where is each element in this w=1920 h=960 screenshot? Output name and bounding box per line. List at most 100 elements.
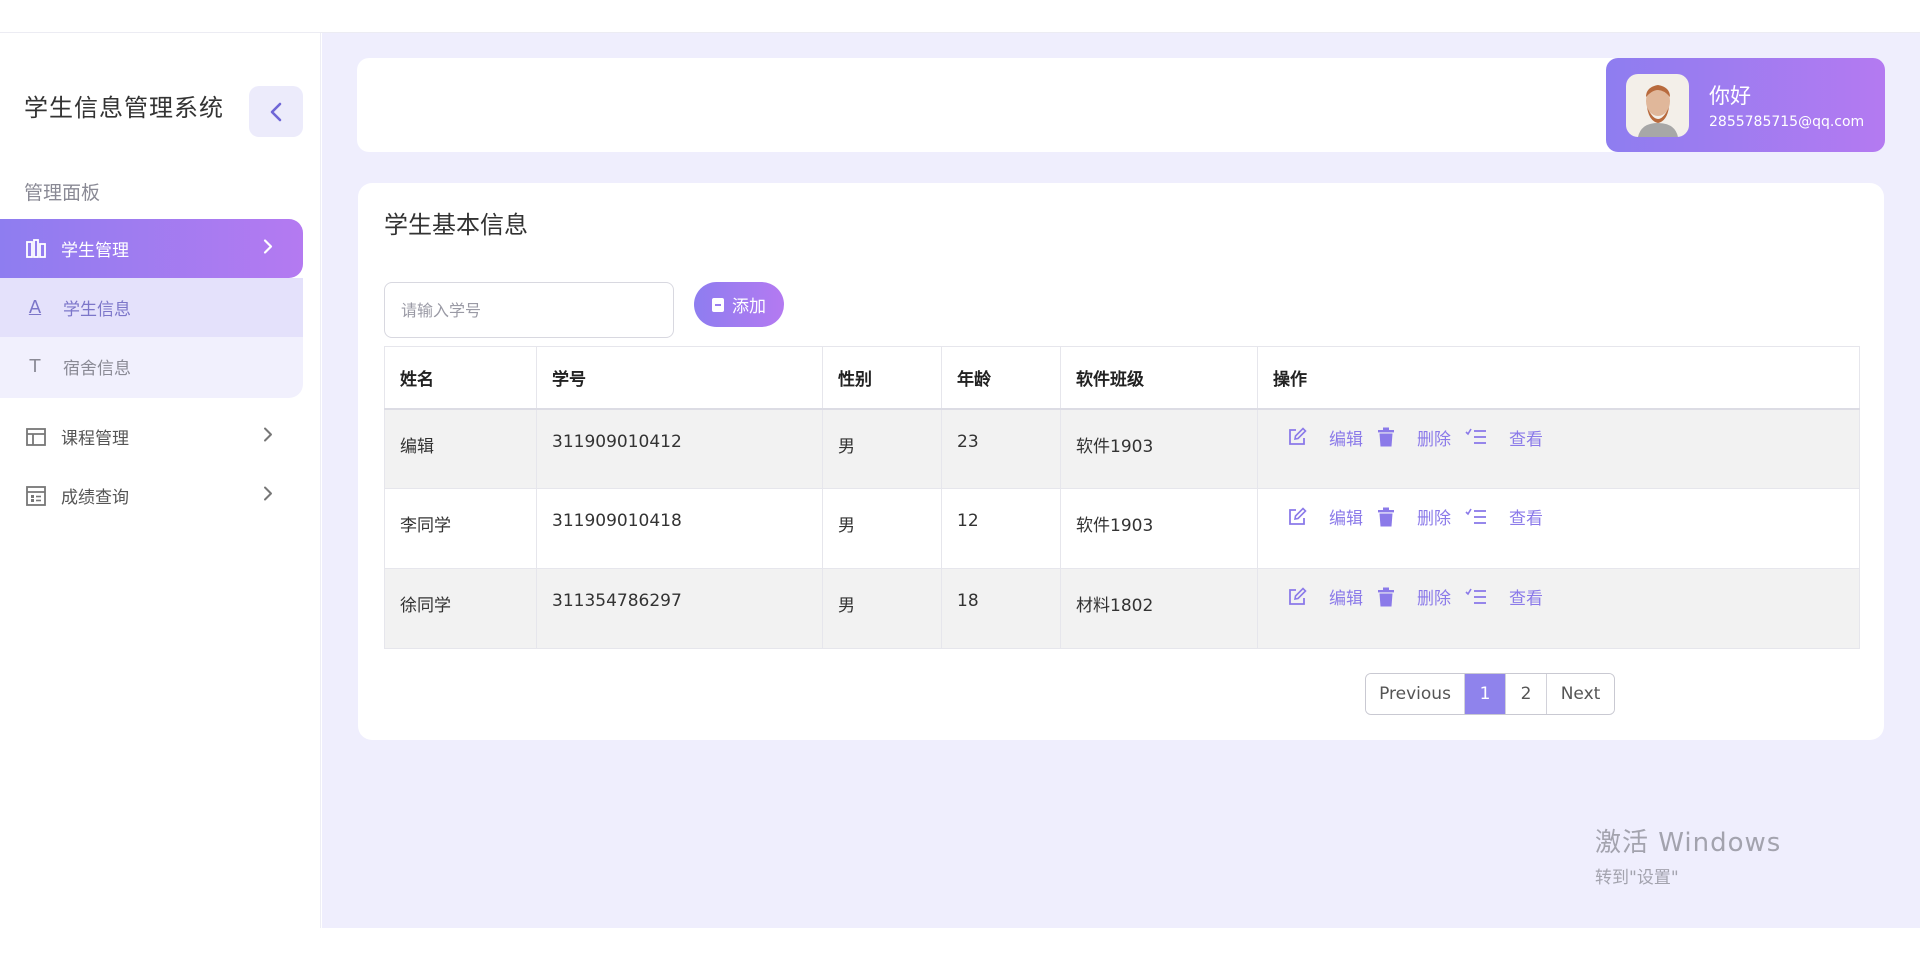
edit-icon: [1287, 506, 1307, 527]
table-row: 李同学 311909010418 男 12 软件1903 编辑 删除 查看: [384, 488, 1860, 569]
cell-name: 徐同学: [384, 568, 537, 649]
view-button[interactable]: 查看: [1465, 584, 1543, 609]
cell-gender: 男: [822, 408, 942, 489]
column-header: 操作: [1257, 346, 1860, 410]
chevron-right-icon: [263, 485, 273, 506]
bottom-strip: [0, 928, 1920, 960]
cell-name: 编辑: [384, 408, 537, 489]
delete-button[interactable]: 删除: [1377, 425, 1451, 450]
books-icon: [25, 238, 47, 260]
trash-icon: [1377, 587, 1395, 607]
trash-icon: [1377, 507, 1395, 527]
pagination: Previous 1 2 Next: [1365, 673, 1615, 715]
collapse-sidebar-button[interactable]: [249, 86, 303, 137]
cell-actions: 编辑 删除 查看: [1257, 568, 1860, 649]
view-button[interactable]: 查看: [1465, 504, 1543, 529]
app-title: 学生信息管理系统: [24, 94, 224, 122]
column-header: 姓名: [384, 346, 537, 410]
column-header: 学号: [536, 346, 823, 410]
add-doc-icon: [712, 297, 724, 312]
list-icon: [1465, 588, 1487, 606]
list-icon: [1465, 508, 1487, 526]
sidebar-subitem-student-info[interactable]: A 学生信息: [0, 278, 303, 337]
cell-student-id: 311909010412: [536, 408, 823, 489]
edit-label: 编辑: [1329, 589, 1363, 609]
previous-page-button[interactable]: Previous: [1366, 674, 1465, 714]
cell-age: 23: [941, 408, 1061, 489]
view-label: 查看: [1509, 589, 1543, 609]
student-submenu: A 学生信息 T 宿舍信息: [0, 278, 303, 398]
chevron-right-icon: [263, 426, 273, 447]
list-icon: [1465, 428, 1487, 446]
page-1-button[interactable]: 1: [1465, 674, 1506, 714]
delete-label: 删除: [1417, 589, 1451, 609]
text-t-icon: T: [29, 356, 41, 377]
sidebar: 学生信息管理系统 管理面板 学生管理 A 学生信息 T 宿舍信息 课程管理 成绩…: [0, 33, 321, 928]
add-button-label: 添加: [732, 297, 766, 317]
cell-age: 12: [941, 488, 1061, 569]
chevron-right-icon: [263, 238, 273, 259]
delete-button[interactable]: 删除: [1377, 504, 1451, 529]
user-greeting: 你好: [1709, 84, 1751, 108]
watermark-line-1: 激活 Windows: [1595, 828, 1782, 858]
sidebar-item-label: 课程管理: [61, 429, 129, 449]
watermark-line-2: 转到"设置": [1595, 868, 1679, 888]
cell-student-id: 311354786297: [536, 568, 823, 649]
windows-activation-watermark: 激活 Windows 转到"设置": [1595, 822, 1781, 888]
sidebar-item-student-management[interactable]: 学生管理: [0, 219, 303, 278]
page-title: 学生基本信息: [384, 211, 528, 239]
cell-name: 李同学: [384, 488, 537, 569]
table-icon: [25, 426, 47, 448]
edit-label: 编辑: [1329, 429, 1363, 450]
trash-icon: [1377, 427, 1395, 447]
delete-label: 删除: [1417, 429, 1451, 450]
edit-label: 编辑: [1329, 509, 1363, 529]
cell-actions: 编辑 删除 查看: [1257, 408, 1860, 489]
sidebar-item-label: 学生管理: [61, 241, 129, 261]
avatar: [1626, 73, 1689, 137]
font-a-icon: A: [28, 297, 42, 318]
sidebar-subitem-label: 宿舍信息: [63, 359, 131, 379]
cell-actions: 编辑 删除 查看: [1257, 488, 1860, 569]
chevron-left-icon: [270, 102, 282, 121]
edit-button[interactable]: 编辑: [1273, 504, 1363, 529]
cell-gender: 男: [822, 568, 942, 649]
sidebar-subitem-label: 学生信息: [63, 300, 131, 320]
student-info-card: 学生基本信息 添加 姓名 学号 性别 年龄 软件班级 操作 编辑 3119090…: [358, 183, 1884, 740]
delete-label: 删除: [1417, 509, 1451, 529]
next-page-button[interactable]: Next: [1547, 674, 1614, 714]
view-label: 查看: [1509, 509, 1543, 529]
column-header: 性别: [822, 346, 942, 410]
cell-class: 材料1802: [1060, 568, 1258, 649]
edit-button[interactable]: 编辑: [1273, 584, 1363, 609]
sidebar-item-course-management[interactable]: 课程管理: [0, 407, 303, 466]
cell-student-id: 311909010418: [536, 488, 823, 569]
table-header-row: 姓名 学号 性别 年龄 软件班级 操作: [384, 346, 1860, 410]
column-header: 软件班级: [1060, 346, 1258, 410]
cell-class: 软件1903: [1060, 408, 1258, 489]
cell-gender: 男: [822, 488, 942, 569]
cell-age: 18: [941, 568, 1061, 649]
table-row: 编辑 311909010412 男 23 软件1903 编辑 删除 查看: [384, 408, 1860, 489]
sidebar-subitem-dorm-info[interactable]: T 宿舍信息: [0, 337, 303, 396]
student-table: 姓名 学号 性别 年龄 软件班级 操作 编辑 311909010412 男 23…: [384, 346, 1860, 649]
top-bar: [0, 0, 1920, 33]
search-input[interactable]: [384, 282, 674, 338]
user-card[interactable]: 你好 2855785715@qq.com: [1606, 58, 1885, 152]
page-2-button[interactable]: 2: [1506, 674, 1547, 714]
report-icon: [25, 485, 47, 507]
sidebar-item-score-query[interactable]: 成绩查询: [0, 466, 303, 525]
delete-button[interactable]: 删除: [1377, 584, 1451, 609]
view-label: 查看: [1509, 429, 1543, 450]
edit-icon: [1287, 427, 1307, 447]
sidebar-item-label: 成绩查询: [61, 488, 129, 508]
view-button[interactable]: 查看: [1465, 425, 1543, 450]
user-email: 2855785715@qq.com: [1709, 114, 1865, 130]
edit-icon: [1287, 586, 1307, 607]
table-row: 徐同学 311354786297 男 18 材料1802 编辑 删除 查看: [384, 568, 1860, 649]
cell-class: 软件1903: [1060, 488, 1258, 569]
add-button[interactable]: 添加: [694, 282, 784, 327]
column-header: 年龄: [941, 346, 1061, 410]
section-label: 管理面板: [24, 182, 101, 204]
edit-button[interactable]: 编辑: [1273, 425, 1363, 450]
